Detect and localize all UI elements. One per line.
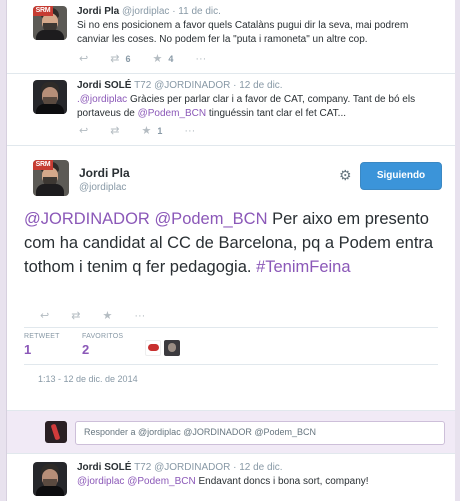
retweet-action[interactable]: ⇄ [71, 309, 80, 322]
reply-icon: ↩ [79, 125, 89, 137]
reply-action[interactable]: ↩ [40, 309, 49, 322]
avatar[interactable] [33, 462, 67, 496]
retweet-action[interactable]: ⇄ 6 [110, 52, 130, 65]
favorite-action[interactable]: ★ 1 [141, 124, 162, 137]
avatar[interactable]: SRM [33, 160, 69, 196]
hashtag-link[interactable]: #TenimFeina [256, 258, 350, 276]
favorite-action[interactable]: ★ 4 [152, 52, 173, 65]
mention-link[interactable]: @Podem_BCN [154, 210, 267, 228]
more-icon: ··· [134, 309, 146, 322]
tweet-text: @JORDINADOR @Podem_BCN Per aixo em prese… [24, 207, 444, 279]
retweet-icon: ⇄ [71, 310, 81, 322]
reply-action[interactable]: ↩ [79, 52, 88, 65]
mention-link[interactable]: @jordiplac [77, 476, 124, 487]
tweet-text: Si no ens posicionem a favor quels Catal… [77, 20, 409, 45]
more-action[interactable]: ··· [134, 310, 145, 322]
avatar[interactable] [33, 80, 67, 114]
favorites-label: FAVORITOS [82, 333, 124, 340]
divider [24, 364, 438, 365]
more-action[interactable]: ··· [184, 125, 195, 137]
favorite-count: 1 [157, 125, 163, 136]
retweet-count: 6 [125, 53, 131, 64]
mention-link[interactable]: @Podem_BCN [127, 476, 196, 487]
retweet-count: 1 [24, 342, 32, 357]
star-icon: ★ [102, 310, 113, 322]
gear-icon[interactable]: ⚙ [339, 167, 352, 184]
author-name[interactable]: Jordi Pla [77, 6, 119, 17]
reply-box: Responder a @jordiplac @JORDINADOR @Pode… [7, 410, 455, 454]
avatar[interactable]: SRM [33, 6, 67, 40]
star-icon: ★ [152, 53, 163, 65]
avatar[interactable] [164, 340, 180, 356]
author-meta[interactable]: T72 @JORDINADOR · 12 de dic. [134, 80, 283, 91]
favorites-count: 2 [82, 342, 90, 357]
tweet-text-part: Endavant doncs i bona sort, company! [195, 476, 369, 487]
favorites-stat[interactable]: FAVORITOS 2 [82, 333, 140, 357]
avatar[interactable] [145, 340, 161, 356]
retweet-action[interactable]: ⇄ [110, 124, 119, 137]
author-handle[interactable]: @jordiplac [79, 182, 126, 193]
star-icon: ★ [141, 125, 152, 137]
more-icon: ··· [195, 52, 207, 65]
tweet-item[interactable]: Jordi SOLÉ T72 @JORDINADOR · 12 de dic. … [7, 454, 455, 501]
reply-action[interactable]: ↩ [79, 124, 88, 137]
retweet-icon: ⇄ [110, 53, 120, 65]
author-name[interactable]: Jordi SOLÉ [77, 462, 131, 473]
avatar [45, 421, 67, 443]
reply-icon: ↩ [40, 310, 50, 322]
tweet-item[interactable]: SRM Jordi Pla @jordiplac · 11 de dic. Si… [7, 0, 455, 74]
mention-link[interactable]: @JORDINADOR [24, 210, 150, 228]
tweet-text: .@jordiplac Gràcies per parlar clar i a … [77, 93, 437, 121]
mention-link[interactable]: @Podem_BCN [138, 108, 207, 119]
tweet-timestamp[interactable]: 1:13 - 12 de dic. de 2014 [38, 374, 138, 384]
mention-link[interactable]: .@jordiplac [77, 94, 127, 105]
tweet-conversation: SRM Jordi Pla @jordiplac · 11 de dic. Si… [6, 0, 455, 501]
tweet-item[interactable]: Jordi SOLÉ T72 @JORDINADOR · 12 de dic. … [7, 74, 455, 146]
tweet-text-part: tinguéssin tant clar el fet CAT... [206, 108, 347, 119]
more-action[interactable]: ··· [195, 53, 206, 65]
divider [24, 327, 438, 328]
favorite-count: 4 [168, 53, 174, 64]
author-meta[interactable]: T72 @JORDINADOR · 12 de dic. [134, 462, 283, 473]
favorite-action[interactable]: ★ [102, 309, 112, 322]
author-name[interactable]: Jordi SOLÉ [77, 80, 131, 91]
tweet-text: @jordiplac @Podem_BCN Endavant doncs i b… [77, 475, 437, 489]
retweet-stat[interactable]: RETWEET 1 [24, 333, 82, 357]
retweet-icon: ⇄ [110, 125, 120, 137]
author-name[interactable]: Jordi Pla [79, 166, 130, 180]
author-meta[interactable]: @jordiplac · 11 de dic. [122, 6, 221, 17]
reply-input[interactable]: Responder a @jordiplac @JORDINADOR @Pode… [75, 421, 445, 445]
following-button[interactable]: Siguiendo [360, 162, 442, 190]
more-icon: ··· [184, 124, 196, 137]
reply-icon: ↩ [79, 53, 89, 65]
retweet-label: RETWEET [24, 333, 60, 340]
